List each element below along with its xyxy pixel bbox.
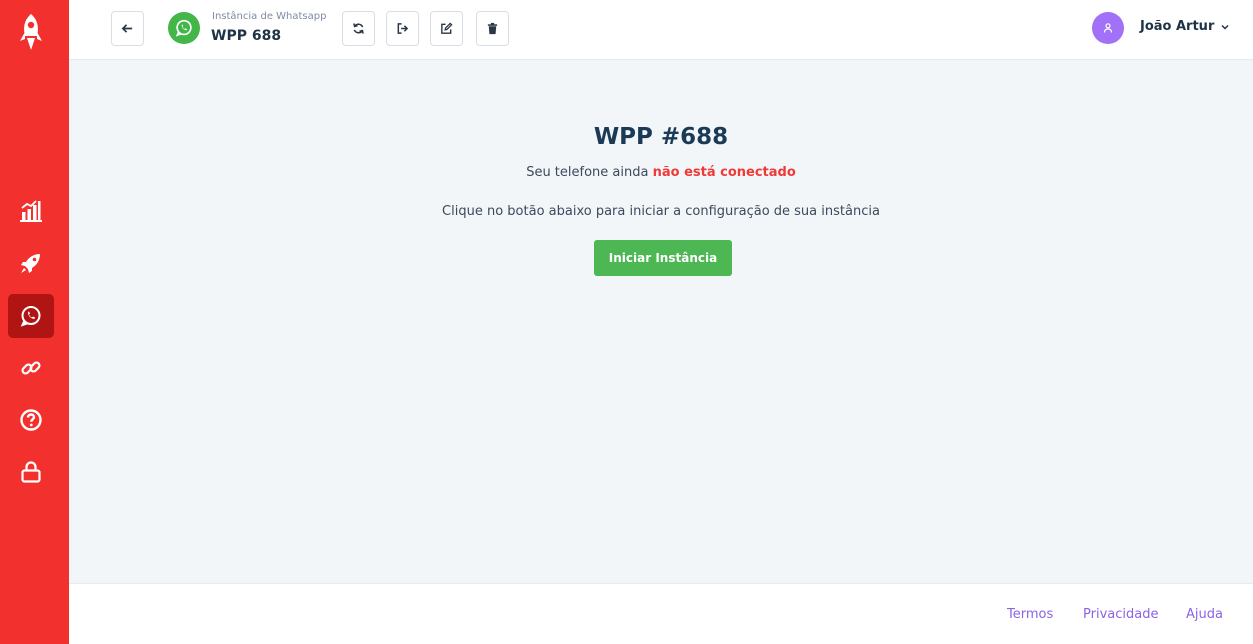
user-name: João Artur	[1140, 19, 1215, 34]
sidebar-item-help[interactable]	[8, 398, 54, 442]
whatsapp-logo-icon	[168, 12, 200, 44]
delete-button[interactable]	[476, 11, 509, 46]
sidebar-item-links[interactable]	[8, 346, 54, 390]
footer: Termos Privacidade Ajuda	[69, 583, 1253, 644]
sidebar-item-dashboard[interactable]	[8, 189, 54, 233]
logout-button[interactable]	[386, 11, 419, 46]
chevron-down-icon	[1221, 24, 1229, 30]
rocket-logo-icon[interactable]	[18, 12, 44, 52]
footer-link-privacy[interactable]: Privacidade	[1083, 607, 1158, 622]
status-disconnected: não está conectado	[652, 165, 796, 180]
link-icon	[21, 361, 41, 375]
page-title: WPP #688	[593, 124, 729, 150]
edit-button[interactable]	[430, 11, 463, 46]
sidebar-item-security[interactable]	[8, 450, 54, 494]
instance-name: WPP 688	[211, 28, 282, 44]
back-button[interactable]	[111, 11, 144, 46]
refresh-button[interactable]	[342, 11, 375, 46]
back-arrow-icon	[121, 24, 133, 33]
trash-icon	[487, 22, 498, 35]
logout-icon	[397, 23, 409, 34]
rocket-icon	[21, 254, 40, 273]
connection-status: Seu telefone ainda não está conectado	[69, 165, 1253, 180]
setup-hint: Clique no botão abaixo para iniciar a co…	[442, 204, 880, 219]
whatsapp-icon	[20, 306, 41, 327]
instance-label: Instância de Whatsapp	[212, 11, 327, 22]
main-content: WPP #688 Seu telefone ainda não está con…	[69, 60, 1253, 583]
sidebar	[0, 0, 69, 644]
user-menu[interactable]: João Artur	[1140, 19, 1230, 34]
help-icon	[20, 409, 42, 431]
avatar[interactable]	[1092, 12, 1124, 44]
footer-link-help[interactable]: Ajuda	[1186, 607, 1223, 622]
chart-icon	[20, 200, 42, 222]
refresh-icon	[353, 23, 364, 34]
user-icon	[1103, 23, 1113, 33]
lock-icon	[21, 461, 41, 483]
start-instance-button[interactable]: Iniciar Instância	[594, 240, 732, 276]
sidebar-item-campaigns[interactable]	[8, 241, 54, 285]
top-header: Instância de Whatsapp WPP 688 João Artur	[69, 0, 1253, 60]
sidebar-item-whatsapp[interactable]	[8, 294, 54, 338]
footer-link-terms[interactable]: Termos	[1007, 607, 1053, 622]
edit-icon	[441, 22, 453, 34]
status-text: Seu telefone ainda	[526, 165, 653, 180]
